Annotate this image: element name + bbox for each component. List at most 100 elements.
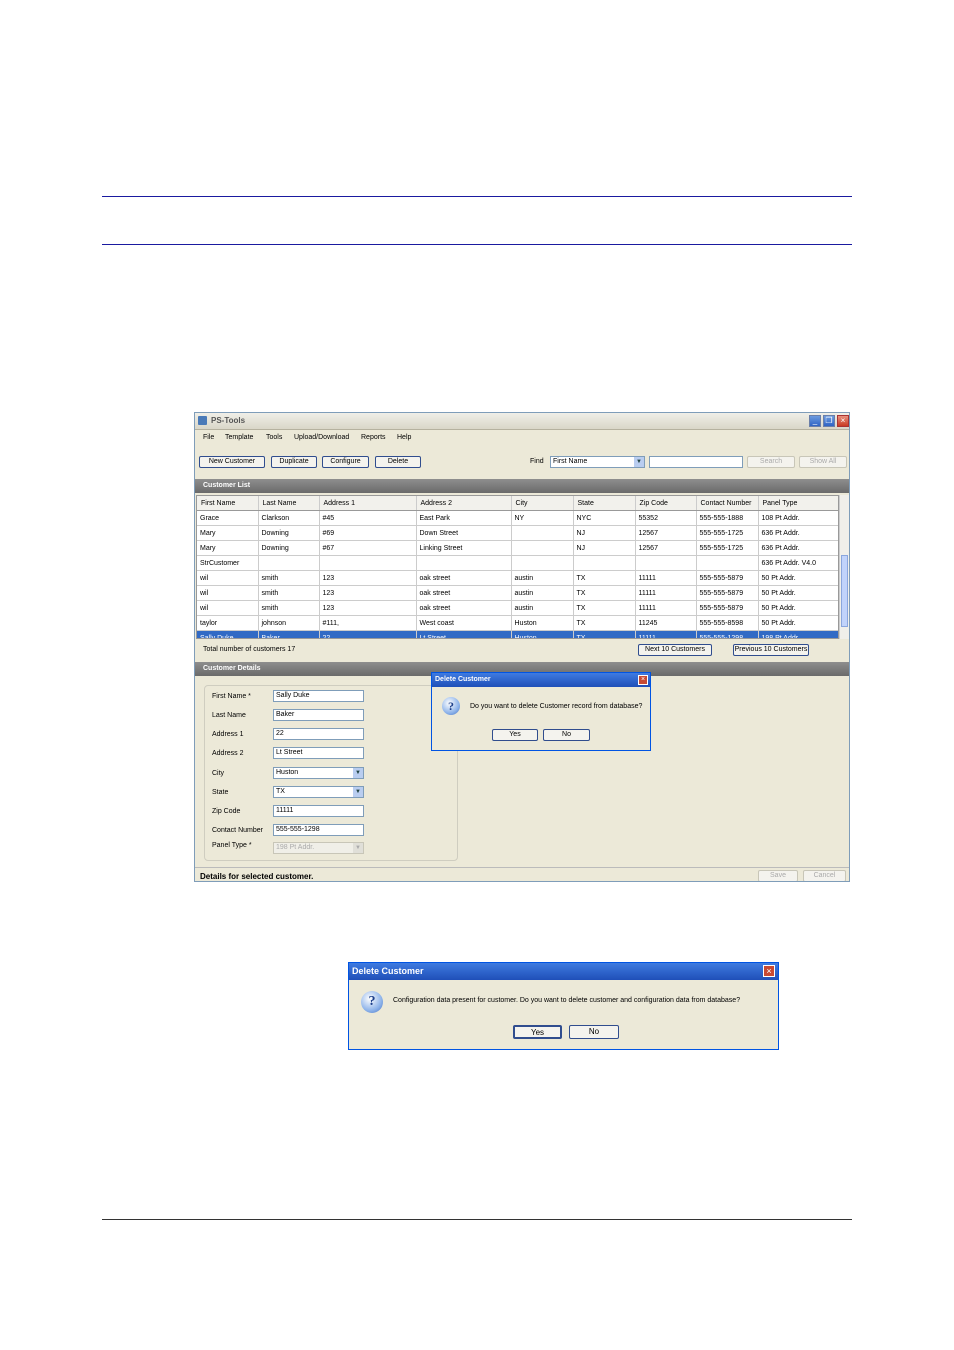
table-cell: StrCustomer bbox=[197, 555, 259, 571]
column-zip-code[interactable]: Zip Code bbox=[635, 496, 697, 511]
table-row[interactable]: Grace Clarkson #45 East Park NY NYC 55352 555-5… bbox=[197, 510, 838, 526]
column-address-2[interactable]: Address 2 bbox=[416, 496, 512, 511]
new-customer-button[interactable]: New Customer bbox=[199, 456, 265, 468]
table-cell: Baker bbox=[258, 630, 320, 638]
no-button[interactable]: No bbox=[543, 729, 590, 741]
table-row[interactable]: StrCustomer 636 Pt Addr. V4.0 bbox=[197, 555, 838, 571]
chevron-down-icon: ▼ bbox=[353, 787, 363, 797]
column-city[interactable]: City bbox=[511, 496, 574, 511]
close-icon[interactable]: × bbox=[763, 965, 775, 977]
table-cell: austin bbox=[511, 585, 574, 601]
scrollbar-thumb[interactable] bbox=[841, 555, 848, 627]
table-cell: wil bbox=[197, 600, 259, 616]
close-icon[interactable]: × bbox=[837, 415, 849, 427]
yes-button[interactable]: Yes bbox=[513, 1025, 562, 1039]
minimize-icon[interactable]: _ bbox=[809, 415, 821, 427]
menu-template[interactable]: Template bbox=[225, 434, 253, 441]
table-cell: NJ bbox=[573, 525, 636, 541]
table-cell: Grace bbox=[197, 510, 259, 526]
column-state[interactable]: State bbox=[573, 496, 636, 511]
zip-code-field[interactable]: 11111 bbox=[273, 805, 364, 817]
table-cell: #45 bbox=[319, 510, 417, 526]
table-cell: TX bbox=[573, 630, 636, 638]
column-first-name[interactable]: First Name bbox=[197, 496, 259, 511]
table-cell: 11111 bbox=[635, 600, 697, 616]
table-row[interactable]: Mary Downing #67 Linking Street NJ 12567 555-5… bbox=[197, 540, 838, 556]
table-row[interactable]: Sally Duke Baker 22 Lt Street Huston TX 11111 5… bbox=[197, 630, 838, 638]
table-cell: TX bbox=[573, 570, 636, 586]
panel-type-value: 198 Pt Addr. bbox=[276, 844, 315, 851]
footer-rule bbox=[102, 1219, 852, 1220]
save-button[interactable]: Save bbox=[758, 870, 798, 881]
table-cell: #111, bbox=[319, 615, 417, 631]
first-name-field[interactable]: Sally Duke bbox=[273, 690, 364, 702]
column-last-name[interactable]: Last Name bbox=[258, 496, 320, 511]
next-10-button[interactable]: Next 10 Customers bbox=[638, 644, 712, 656]
app-icon bbox=[198, 416, 207, 425]
address-1-field[interactable]: 22 bbox=[273, 728, 364, 740]
delete-button[interactable]: Delete bbox=[375, 456, 421, 468]
table-cell bbox=[511, 540, 574, 556]
cancel-button[interactable]: Cancel bbox=[803, 870, 846, 881]
delete-customer-dialog: Delete Customer × ? Do you want to delet… bbox=[431, 672, 651, 751]
dialog-title-bar[interactable]: Delete Customer bbox=[349, 963, 778, 980]
table-cell: 50 Pt Addr. bbox=[758, 570, 838, 586]
table-cell: smith bbox=[258, 570, 320, 586]
table-cell: taylor bbox=[197, 615, 259, 631]
label-address-1: Address 1 bbox=[212, 731, 244, 738]
close-icon[interactable]: × bbox=[638, 675, 648, 685]
table-cell bbox=[511, 555, 574, 571]
table-row[interactable]: Mary Downing #69 Down Street NJ 12567 555-555-… bbox=[197, 525, 838, 541]
menu-upload-download[interactable]: Upload/Download bbox=[294, 434, 349, 441]
find-field-select[interactable]: First Name ▼ bbox=[550, 456, 645, 468]
contact-number-field[interactable]: 555-555-1298 bbox=[273, 824, 364, 836]
yes-button[interactable]: Yes bbox=[492, 729, 538, 741]
column-panel-type[interactable]: Panel Type bbox=[758, 496, 838, 511]
state-select[interactable]: TX ▼ bbox=[273, 786, 364, 798]
panel-type-select[interactable]: 198 Pt Addr. ▼ bbox=[273, 842, 364, 854]
table-row[interactable]: wil smith 123 oak street austin TX 11111 555-55… bbox=[197, 600, 838, 616]
table-cell: Huston bbox=[511, 630, 574, 638]
last-name-field[interactable]: Baker bbox=[273, 709, 364, 721]
table-row[interactable]: wil smith 123 oak street austin TX 11111 555-55… bbox=[197, 585, 838, 601]
duplicate-button[interactable]: Duplicate bbox=[271, 456, 317, 468]
table-scrollbar[interactable] bbox=[839, 495, 849, 639]
column-address-1[interactable]: Address 1 bbox=[319, 496, 417, 511]
table-cell: Linking Street bbox=[416, 540, 512, 556]
menu-help[interactable]: Help bbox=[397, 434, 411, 441]
chevron-down-icon: ▼ bbox=[353, 768, 363, 778]
label-panel-type: Panel Type * bbox=[212, 842, 252, 849]
customer-table: First Name Last Name Address 1 Address 2… bbox=[196, 495, 839, 639]
address-2-field[interactable]: Lt Street bbox=[273, 747, 364, 759]
label-address-2: Address 2 bbox=[212, 750, 244, 757]
table-cell: Downing bbox=[258, 525, 320, 541]
menu-reports[interactable]: Reports bbox=[361, 434, 386, 441]
search-button[interactable]: Search bbox=[747, 456, 795, 468]
table-cell bbox=[319, 555, 417, 571]
table-cell: 555-555-1888 bbox=[696, 510, 759, 526]
table-cell: 555-555-1725 bbox=[696, 540, 759, 556]
table-cell: johnson bbox=[258, 615, 320, 631]
table-row[interactable]: taylor johnson #111, West coast Huston TX 1124… bbox=[197, 615, 838, 631]
table-cell: Down Street bbox=[416, 525, 512, 541]
dialog-title-bar[interactable]: Delete Customer bbox=[432, 673, 650, 687]
no-button[interactable]: No bbox=[569, 1025, 619, 1039]
table-cell: 22 bbox=[319, 630, 417, 638]
menu-tools[interactable]: Tools bbox=[266, 434, 282, 441]
dialog-title: Delete Customer bbox=[352, 966, 424, 976]
table-cell: 555-555-1725 bbox=[696, 525, 759, 541]
dialog-title: Delete Customer bbox=[435, 676, 491, 683]
table-cell: NYC bbox=[573, 510, 636, 526]
search-input[interactable] bbox=[649, 456, 743, 468]
column-contact-number[interactable]: Contact Number bbox=[696, 496, 759, 511]
restore-icon[interactable]: ❐ bbox=[823, 415, 835, 427]
table-row[interactable]: wil smith 123 oak street austin TX 11111 555-55… bbox=[197, 570, 838, 586]
toolbar: New Customer Duplicate Configure Delete … bbox=[195, 451, 849, 473]
city-select[interactable]: Huston ▼ bbox=[273, 767, 364, 779]
table-cell bbox=[635, 555, 697, 571]
configure-button[interactable]: Configure bbox=[322, 456, 369, 468]
title-bar[interactable]: PS-Tools _ ❐ × bbox=[195, 413, 849, 430]
previous-10-button[interactable]: Previous 10 Customers bbox=[733, 644, 809, 656]
show-all-button[interactable]: Show All bbox=[799, 456, 847, 468]
menu-file[interactable]: File bbox=[203, 434, 214, 441]
